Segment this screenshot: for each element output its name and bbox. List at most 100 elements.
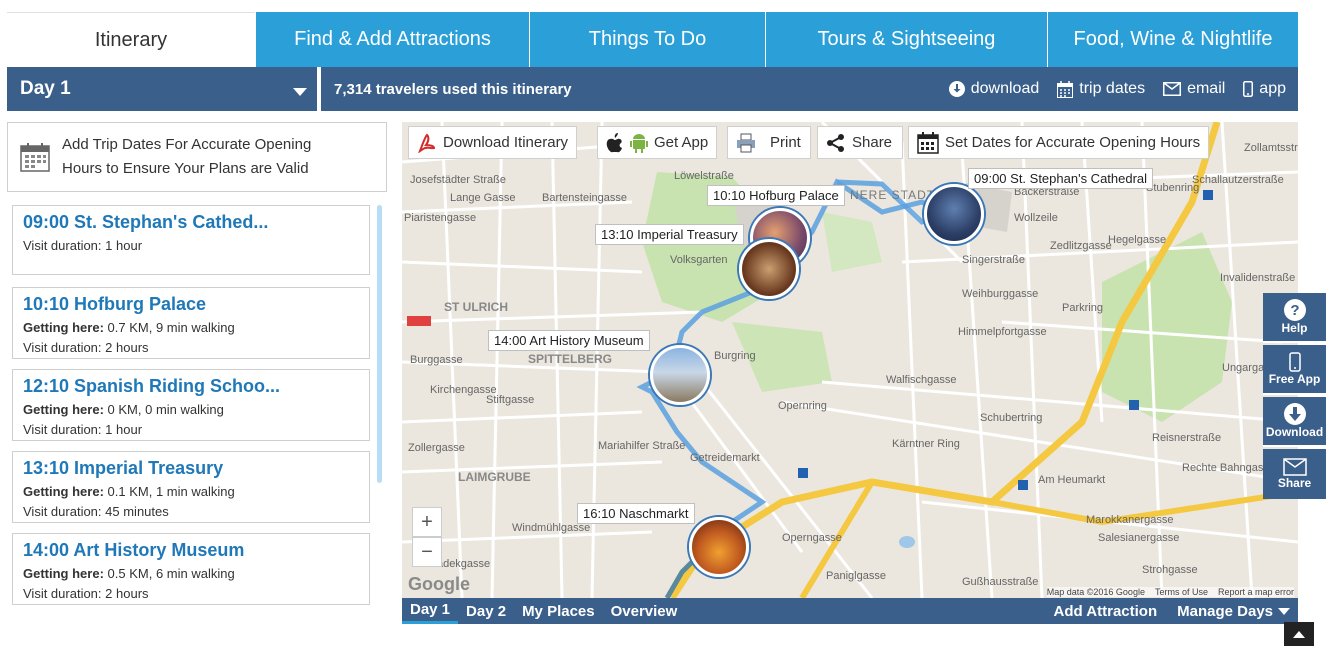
pin-label[interactable]: 10:10 Hofburg Palace [707, 185, 845, 206]
tab-find-add-attractions[interactable]: Find & Add Attractions [255, 12, 529, 67]
share-side-button[interactable]: Share [1263, 449, 1326, 499]
street-label: Stiftgasse [486, 394, 535, 406]
pin-imperial-treasury[interactable] [739, 239, 799, 299]
street-label: Walfischgasse [886, 374, 957, 386]
day-selector[interactable]: Day 1 [7, 67, 317, 111]
stop-title[interactable]: 10:10 Hofburg Palace [23, 294, 359, 315]
notice-line-1: Add Trip Dates For Accurate Opening [62, 136, 312, 153]
envelope-icon [1282, 458, 1307, 476]
list-item[interactable]: 10:10 Hofburg Palace Getting here: 0.7 K… [12, 287, 370, 359]
apple-icon [606, 132, 622, 152]
stop-getting-here: Getting here: 0.1 KM, 1 min walking [23, 484, 235, 499]
tab-tours-sightseeing[interactable]: Tours & Sightseeing [765, 12, 1047, 67]
pin-naschmarkt[interactable] [689, 517, 749, 577]
chevron-up-icon [1293, 630, 1305, 638]
street-label: Burgring [714, 350, 756, 362]
street-label: Kärntner Ring [892, 438, 960, 450]
street-label: Salesianergasse [1098, 532, 1180, 544]
pdf-icon [418, 133, 436, 153]
zoom-in-button[interactable]: + [412, 507, 442, 537]
street-label: Zollamtsstraße [1244, 142, 1298, 154]
download-itinerary-button[interactable]: Download Itinerary [408, 126, 578, 159]
stop-title[interactable]: 12:10 Spanish Riding Schoo... [23, 376, 359, 397]
stop-getting-here: Getting here: 0.7 KM, 9 min walking [23, 320, 235, 335]
stop-title[interactable]: 14:00 Art History Museum [23, 540, 359, 561]
street-label: Opernring [778, 400, 827, 412]
report-error-link[interactable]: Report a map error [1218, 587, 1294, 597]
trip-dates-notice[interactable]: Add Trip Dates For Accurate Opening Hour… [7, 122, 387, 192]
street-label: Reisnerstraße [1152, 432, 1222, 444]
street-label: Schubertring [980, 412, 1043, 424]
stop-title[interactable]: 09:00 St. Stephan's Cathed... [23, 212, 359, 233]
share-icon [827, 133, 844, 152]
map-nav-day-2[interactable]: Day 2 [458, 598, 514, 624]
street-label: Zedlitzgasse [1050, 240, 1112, 252]
printer-icon [737, 133, 755, 152]
calendar-icon [8, 142, 62, 172]
list-item[interactable]: 12:10 Spanish Riding Schoo... Getting he… [12, 369, 370, 441]
print-button[interactable]: Print [727, 126, 811, 159]
list-item[interactable]: 14:00 Art History Museum Getting here: 0… [12, 533, 370, 605]
terms-link[interactable]: Terms of Use [1155, 587, 1208, 597]
itinerary-stop-list: 09:00 St. Stephan's Cathed... Visit dura… [12, 205, 372, 605]
google-logo: Google [408, 574, 470, 594]
street-label: Himmelpfortgasse [958, 326, 1047, 338]
email-link[interactable]: email [1163, 80, 1225, 98]
share-button[interactable]: Share [817, 126, 903, 159]
free-app-button[interactable]: Free App [1263, 345, 1326, 395]
pin-label[interactable]: 13:10 Imperial Treasury [595, 224, 744, 245]
stop-getting-here: Getting here: 0 KM, 0 min walking [23, 402, 224, 417]
pin-label[interactable]: 09:00 St. Stephan's Cathedral [968, 168, 1154, 189]
street-label: Am Heumarkt [1038, 474, 1106, 486]
street-label: Volksgarten [670, 254, 728, 266]
tab-itinerary[interactable]: Itinerary [7, 12, 255, 67]
street-label: Parkring [1062, 302, 1103, 314]
list-scrollbar[interactable] [377, 205, 382, 483]
help-button[interactable]: ? Help [1263, 293, 1326, 343]
street-label: Löwelstraße [674, 170, 734, 182]
trip-dates-link[interactable]: trip dates [1057, 80, 1145, 98]
district-label: SPITTELBERG [528, 352, 613, 366]
street-label: Marokkanergasse [1086, 514, 1174, 526]
main-tabs: Itinerary Find & Add Attractions Things … [7, 12, 1298, 67]
street-label: Josefstädter Straße [410, 174, 506, 186]
stop-title[interactable]: 13:10 Imperial Treasury [23, 458, 359, 479]
tab-things-to-do[interactable]: Things To Do [529, 12, 765, 67]
list-item[interactable]: 09:00 St. Stephan's Cathed... Visit dura… [12, 205, 370, 275]
set-dates-button[interactable]: Set Dates for Accurate Opening Hours [908, 126, 1210, 159]
street-label: Paniglgasse [826, 570, 886, 582]
street-label: Mariahilfer Straße [598, 440, 686, 452]
street-label: Zollergasse [408, 442, 465, 454]
map-nav-overview[interactable]: Overview [603, 598, 686, 624]
map-nav-my-places[interactable]: My Places [514, 598, 603, 624]
list-item[interactable]: 13:10 Imperial Treasury Getting here: 0.… [12, 451, 370, 523]
stop-visit-duration: Visit duration: 1 hour [23, 422, 143, 437]
pin-label[interactable]: 14:00 Art History Museum [488, 330, 650, 351]
get-app-button[interactable]: Get App [597, 126, 718, 159]
street-label: Bartensteingasse [542, 192, 627, 204]
download-side-button[interactable]: Download [1263, 397, 1326, 447]
itinerary-info-bar: 7,314 travelers used this itinerary down… [321, 67, 1298, 111]
pin-label[interactable]: 16:10 Naschmarkt [577, 503, 695, 524]
map-nav-day-1[interactable]: Day 1 [402, 598, 459, 624]
download-link[interactable]: download [948, 80, 1039, 98]
stop-getting-here: Getting here: 0.5 KM, 6 min walking [23, 566, 235, 581]
phone-icon [1243, 81, 1254, 97]
download-icon [1283, 403, 1306, 425]
zoom-out-button[interactable]: − [412, 537, 442, 567]
district-label: LAIMGRUBE [458, 470, 531, 484]
pin-art-history-museum[interactable] [650, 345, 710, 405]
tab-food-wine-nightlife[interactable]: Food, Wine & Nightlife [1047, 12, 1298, 67]
street-label: Gußhausstraße [962, 576, 1039, 588]
street-label: Invalidenstraße [1220, 272, 1296, 284]
app-link[interactable]: app [1243, 80, 1286, 98]
itinerary-map[interactable]: Josefstädter Straße Lange Gasse Piariste… [402, 122, 1298, 598]
scroll-to-top-button[interactable] [1284, 622, 1314, 646]
street-label: Lange Gasse [450, 192, 516, 204]
pin-st-stephans-cathedral[interactable] [924, 184, 984, 244]
notice-line-2: Hours to Ensure Your Plans are Valid [62, 160, 309, 177]
street-label: Singerstraße [962, 254, 1025, 266]
manage-days-button[interactable]: Manage Days [1169, 598, 1298, 624]
add-attraction-button[interactable]: Add Attraction [1046, 598, 1166, 624]
street-label: Weihburggasse [962, 288, 1039, 300]
